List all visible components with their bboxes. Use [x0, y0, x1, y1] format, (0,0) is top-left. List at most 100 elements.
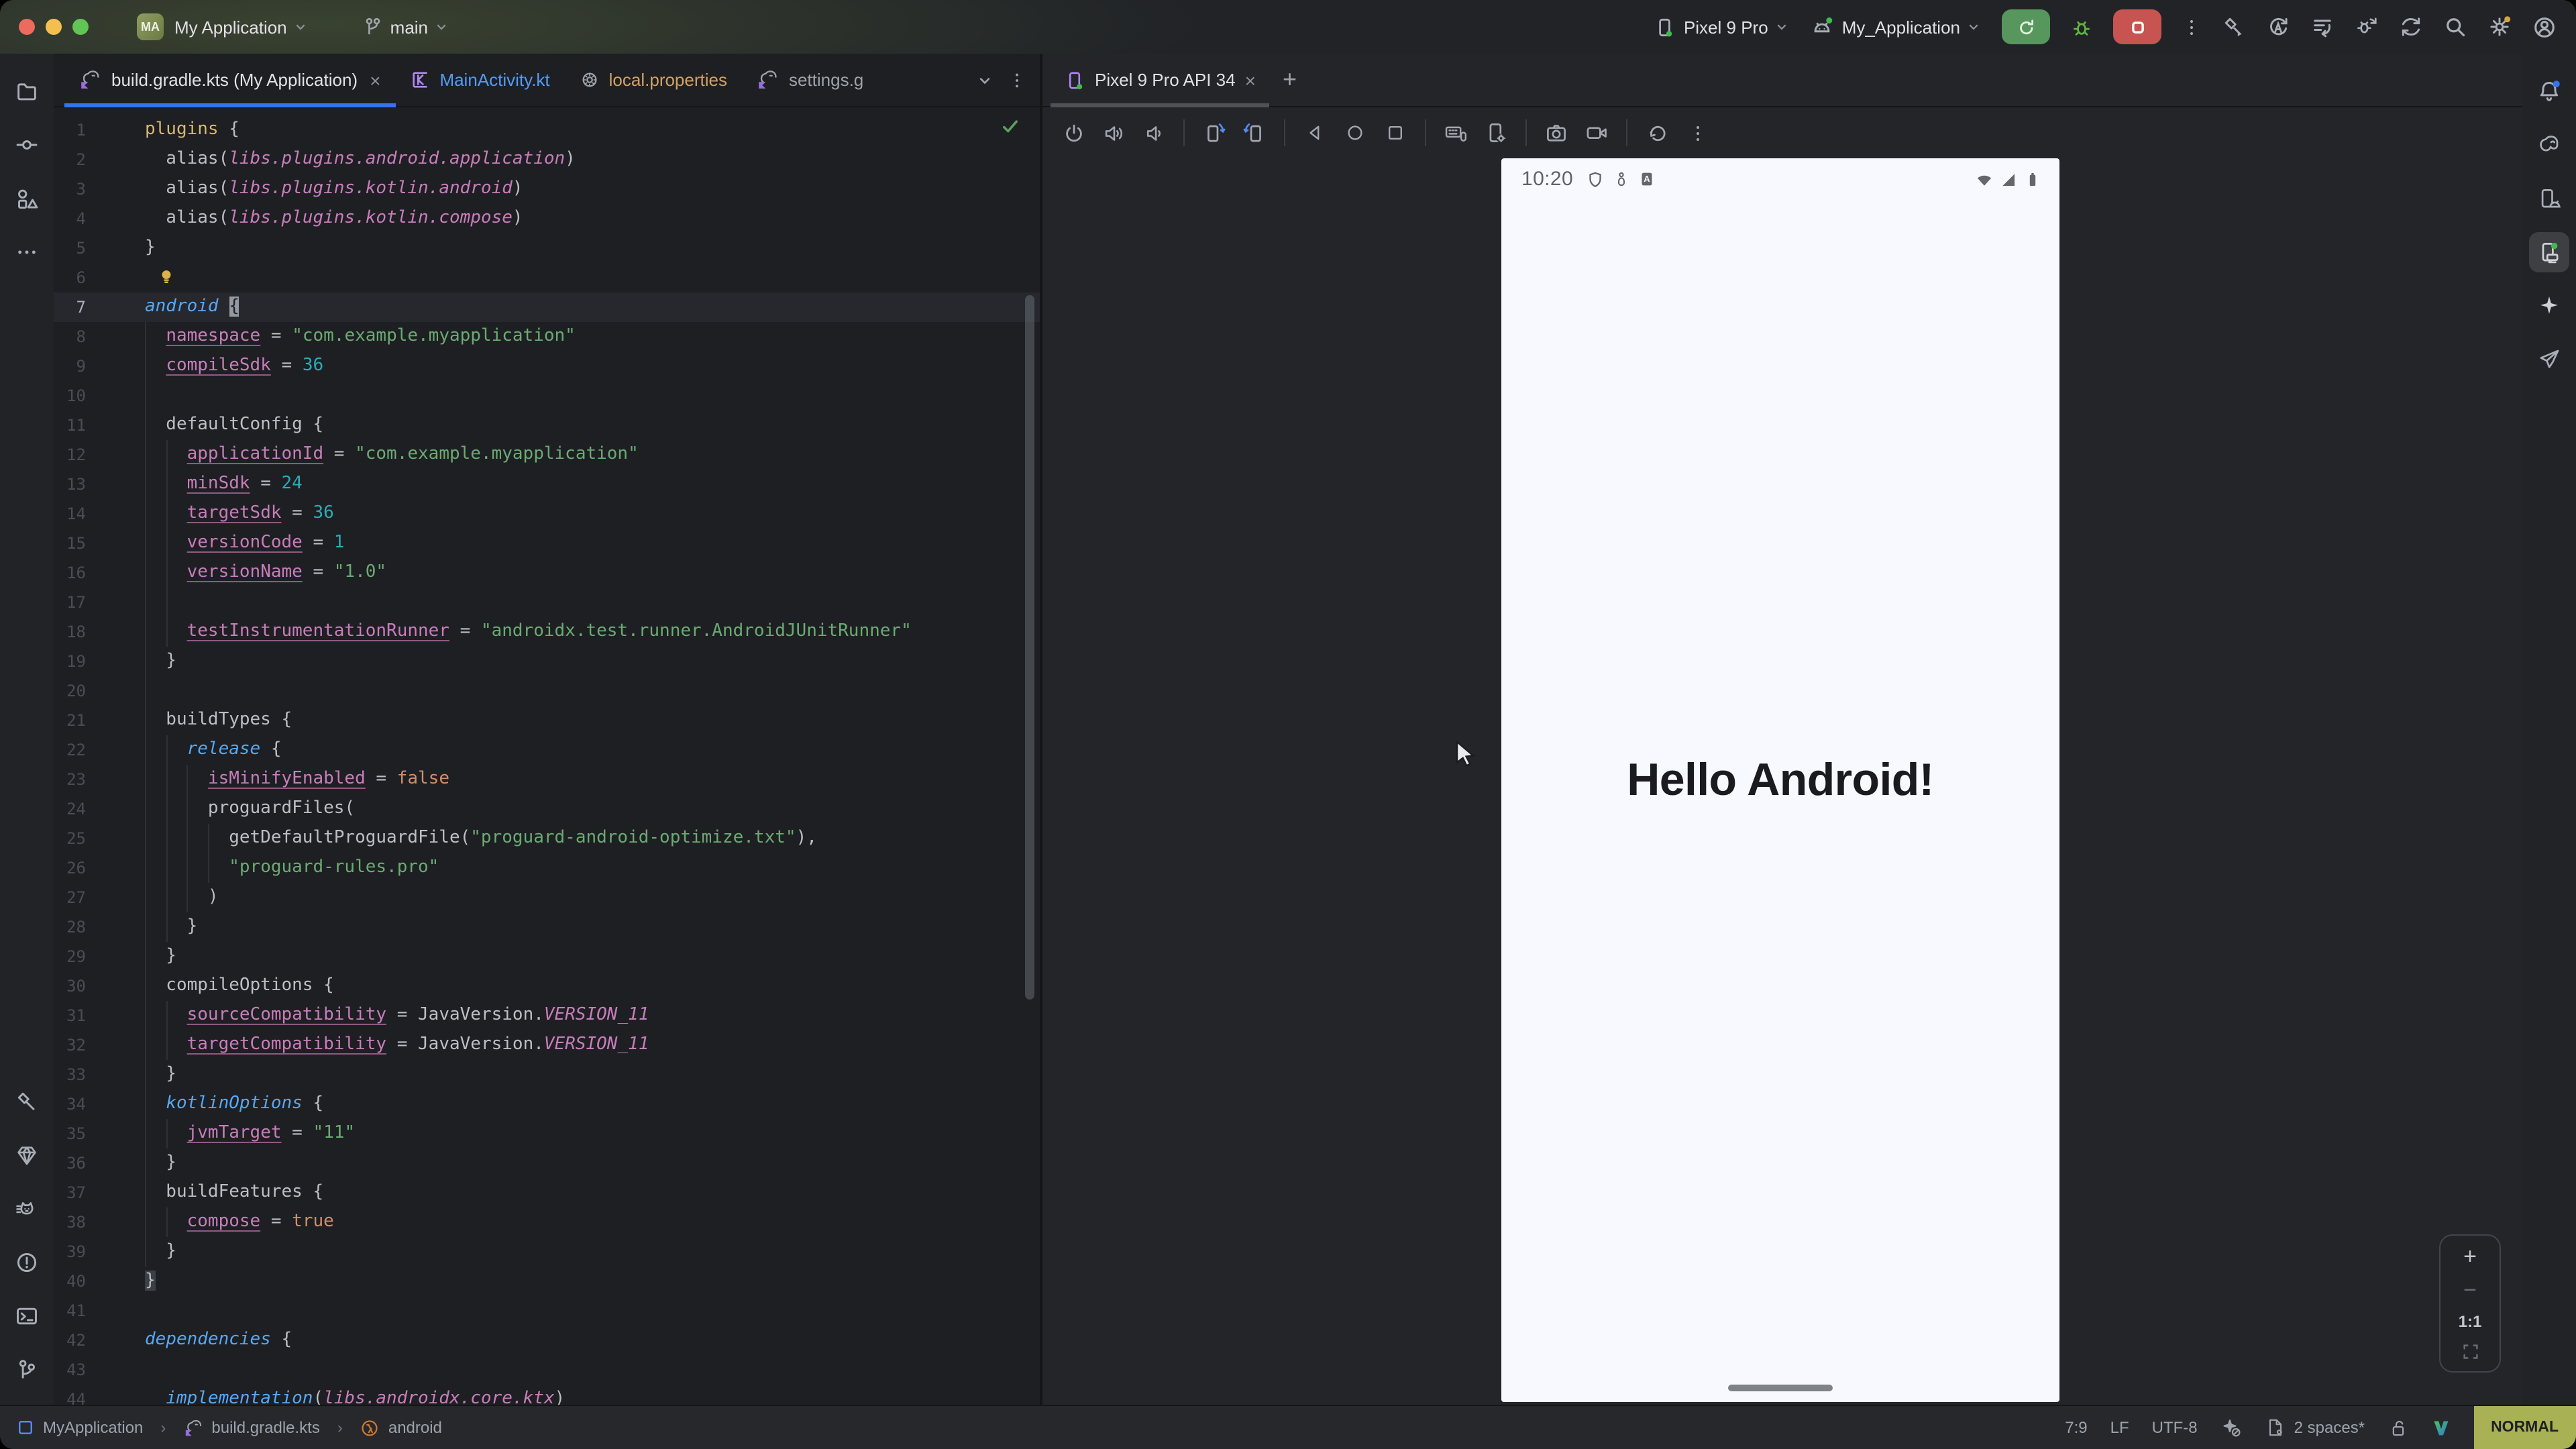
notifications-tool-button[interactable] — [2529, 71, 2569, 111]
vcs-branch-widget[interactable]: main — [362, 16, 449, 38]
ideavim-widget[interactable] — [2430, 1417, 2451, 1438]
breadcrumb-file[interactable]: build.gradle.kts — [211, 1418, 319, 1437]
vim-mode-badge[interactable]: NORMAL — [2473, 1406, 2576, 1449]
code-line[interactable]: 37 buildFeatures { — [54, 1178, 1040, 1208]
code-line[interactable]: 25 getDefaultProguardFile("proguard-andr… — [54, 824, 1040, 853]
code-line[interactable]: 30 compileOptions { — [54, 971, 1040, 1001]
debug-button[interactable] — [2070, 15, 2093, 38]
app-quality-insights-tool-button[interactable] — [7, 1135, 47, 1175]
profile-button[interactable] — [2532, 14, 2557, 40]
stop-button[interactable] — [2113, 9, 2161, 44]
terminal-tool-button[interactable] — [7, 1296, 47, 1336]
code-line[interactable]: 7android { — [54, 292, 1040, 322]
zoom-out-button[interactable]: − — [2463, 1279, 2477, 1301]
version-control-tool-button[interactable] — [7, 1350, 47, 1390]
show-hidden-tabs-icon[interactable] — [975, 70, 994, 89]
project-widget[interactable]: My Application — [174, 17, 309, 37]
reset-view-button[interactable] — [1640, 115, 1674, 150]
file-lock-widget[interactable] — [2387, 1417, 2408, 1438]
code-line[interactable]: 43 — [54, 1355, 1040, 1385]
zoom-window-button[interactable] — [72, 19, 89, 35]
add-device-tab-button[interactable]: + — [1269, 54, 1310, 106]
apply-code-changes-button[interactable] — [2310, 15, 2334, 39]
caret-position-widget[interactable]: 7:9 — [2065, 1418, 2087, 1437]
code-line[interactable]: 6 — [54, 263, 1040, 292]
close-window-button[interactable] — [19, 19, 35, 35]
gemini-tool-button[interactable] — [2529, 286, 2569, 326]
breadcrumb-project[interactable]: MyApplication — [43, 1418, 143, 1437]
android-overview-button[interactable] — [1378, 115, 1413, 150]
power-button[interactable] — [1056, 115, 1091, 150]
code-line[interactable]: 35 jvmTarget = "11" — [54, 1119, 1040, 1148]
zoom-reset-button[interactable]: 1:1 — [2459, 1312, 2482, 1331]
more-tool-windows-button[interactable] — [7, 232, 47, 272]
code-line[interactable]: 44 implementation(libs.androidx.core.ktx… — [54, 1385, 1040, 1405]
ai-assistant-status-widget[interactable] — [2220, 1417, 2242, 1438]
settings-button[interactable] — [2487, 15, 2512, 39]
code-line[interactable]: 31 sourceCompatibility = JavaVersion.VER… — [54, 1001, 1040, 1030]
build-project-button[interactable] — [2222, 15, 2246, 39]
apply-changes-button[interactable] — [2266, 15, 2290, 39]
device-settings-button[interactable] — [1479, 115, 1513, 150]
problems-tool-button[interactable] — [7, 1242, 47, 1283]
editor-options-kebab-icon[interactable] — [1008, 70, 1026, 89]
close-device-tab-icon[interactable]: × — [1245, 69, 1256, 91]
editor-scrollbar[interactable] — [1025, 295, 1034, 1000]
logcat-tool-button[interactable] — [7, 1189, 47, 1229]
code-line[interactable]: 11 defaultConfig { — [54, 411, 1040, 440]
code-line[interactable]: 12 applicationId = "com.example.myapplic… — [54, 440, 1040, 470]
encoding-widget[interactable]: UTF-8 — [2152, 1418, 2198, 1437]
code-line[interactable]: 14 targetSdk = 36 — [54, 499, 1040, 529]
hardware-input-button[interactable] — [1438, 115, 1473, 150]
code-line[interactable]: 18 testInstrumentationRunner = "androidx… — [54, 617, 1040, 647]
indent-widget[interactable]: 2 spaces* — [2265, 1417, 2365, 1438]
inspections-ok-widget[interactable] — [1000, 115, 1021, 137]
rerun-button[interactable] — [2002, 9, 2050, 44]
code-line[interactable]: 27 ) — [54, 883, 1040, 912]
device-manager-tool-button[interactable] — [2529, 178, 2569, 219]
device-tab[interactable]: Pixel 9 Pro API 34 × — [1051, 54, 1269, 106]
code-line[interactable]: 36 } — [54, 1148, 1040, 1178]
project-tool-button[interactable] — [7, 71, 47, 111]
volume-up-button[interactable] — [1096, 115, 1131, 150]
code-editor[interactable]: 1plugins {2 alias(libs.plugins.android.a… — [54, 107, 1040, 1405]
attach-debugger-button[interactable] — [2355, 15, 2379, 39]
code-line[interactable]: 8 namespace = "com.example.myapplication… — [54, 322, 1040, 352]
more-run-actions-button[interactable] — [2182, 17, 2202, 37]
android-back-button[interactable] — [1297, 115, 1332, 150]
android-home-button[interactable] — [1338, 115, 1373, 150]
code-line[interactable]: 1plugins { — [54, 115, 1040, 145]
zoom-in-button[interactable]: + — [2463, 1245, 2477, 1268]
code-line[interactable]: 24 proguardFiles( — [54, 794, 1040, 824]
code-line[interactable]: 21 buildTypes { — [54, 706, 1040, 735]
resource-manager-tool-button[interactable] — [7, 178, 47, 219]
screenshot-button[interactable] — [1539, 115, 1574, 150]
build-tool-button[interactable] — [7, 1081, 47, 1122]
volume-down-button[interactable] — [1136, 115, 1171, 150]
code-line[interactable]: 40} — [54, 1267, 1040, 1296]
emulator-screen[interactable]: 10:20 A Hello Android! — [1501, 158, 2059, 1402]
code-line[interactable]: 39 } — [54, 1237, 1040, 1267]
commit-tool-button[interactable] — [7, 125, 47, 165]
rotate-left-button[interactable] — [1197, 115, 1232, 150]
sync-gradle-button[interactable] — [2399, 15, 2423, 39]
code-line[interactable]: 23 isMinifyEnabled = false — [54, 765, 1040, 794]
release-assistant-tool-button[interactable] — [2529, 339, 2569, 380]
code-line[interactable]: 32 targetCompatibility = JavaVersion.VER… — [54, 1030, 1040, 1060]
code-line[interactable]: 28 } — [54, 912, 1040, 942]
code-line[interactable]: 22 release { — [54, 735, 1040, 765]
line-ending-widget[interactable]: LF — [2110, 1418, 2129, 1437]
code-line[interactable]: 9 compileSdk = 36 — [54, 352, 1040, 381]
code-line[interactable]: 17 — [54, 588, 1040, 617]
run-configuration-selector[interactable]: My_Application — [1810, 15, 1982, 39]
screen-record-button[interactable] — [1579, 115, 1614, 150]
device-more-options-button[interactable] — [1680, 115, 1715, 150]
search-everywhere-button[interactable] — [2443, 15, 2467, 39]
tab-local-properties[interactable]: local.properties — [565, 54, 742, 106]
tab-settings-gradle[interactable]: settings.g — [742, 54, 878, 106]
fit-to-window-icon[interactable] — [2460, 1342, 2480, 1362]
tab-build-gradle[interactable]: build.gradle.kts (My Application) × — [64, 54, 395, 106]
code-line[interactable]: 42dependencies { — [54, 1326, 1040, 1355]
running-devices-tool-button[interactable] — [2529, 232, 2569, 272]
code-line[interactable]: 4 alias(libs.plugins.kotlin.compose) — [54, 204, 1040, 233]
